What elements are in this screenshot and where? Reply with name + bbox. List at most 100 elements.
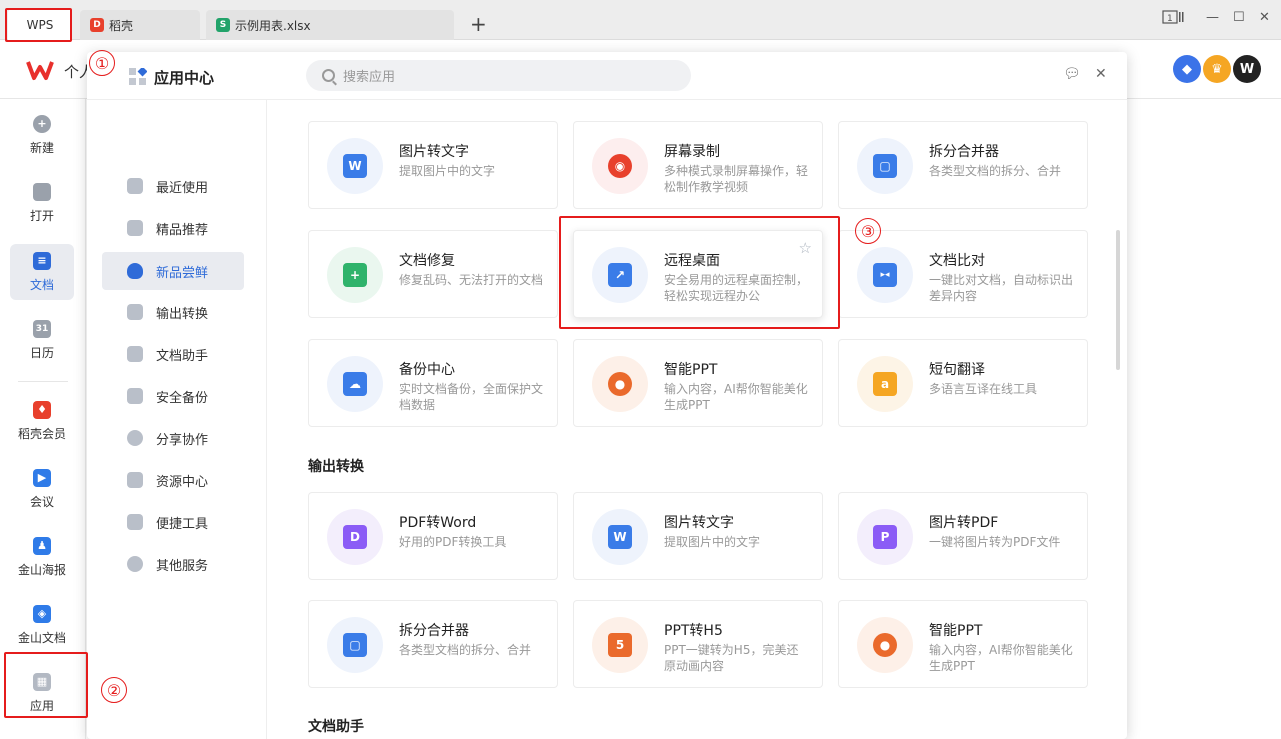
card-title: 图片转文字 — [399, 144, 469, 160]
rail-item-calendar[interactable]: 31 日历 — [10, 312, 74, 368]
app-card-image-to-text-2[interactable]: W 图片转文字 提取图片中的文字 — [573, 492, 823, 580]
sidebar-item-featured[interactable]: 精品推荐 — [102, 209, 244, 247]
star-icon[interactable]: ☆ — [799, 239, 812, 257]
sidebar-item-backup[interactable]: 安全备份 — [102, 377, 244, 415]
card-title: PPT转H5 — [664, 623, 723, 639]
spreadsheet-icon: S — [216, 18, 230, 32]
wps-logo-icon — [26, 59, 54, 81]
docer-icon: D — [90, 18, 104, 32]
sidebar-item-share[interactable]: 分享协作 — [102, 419, 244, 457]
card-desc: 好用的PDF转换工具 — [399, 535, 507, 549]
sidebar-label: 输出转换 — [156, 306, 209, 322]
card-icon-bg: D — [327, 509, 383, 565]
rail-label: 稻壳会员 — [17, 426, 66, 441]
app-card-backup-center[interactable]: ☁ 备份中心 实时文档备份，全面保护文档数据 — [308, 339, 558, 427]
card-title: 图片转PDF — [929, 515, 999, 531]
card-title: 备份中心 — [399, 362, 455, 378]
rail-item-new[interactable]: + 新建 — [10, 107, 74, 163]
app-card-split-merge-2[interactable]: ▢ 拆分合并器 各类型文档的拆分、合并 — [308, 600, 558, 688]
close-window-button[interactable]: ✕ — [1259, 10, 1270, 25]
app-card-smart-ppt[interactable]: ● 智能PPT 输入内容，AI帮你智能美化生成PPT — [573, 339, 823, 427]
tab-spreadsheet[interactable]: S 示例用表.xlsx — [206, 10, 454, 40]
scrollbar[interactable] — [1116, 230, 1120, 370]
app-card-ppt-to-h5[interactable]: 5 PPT转H5 PPT一键转为H5，完美还原动画内容 — [573, 600, 823, 688]
briefcase-icon — [127, 472, 143, 488]
app-card-image-to-pdf[interactable]: P 图片转PDF 一键将图片转为PDF文件 — [838, 492, 1088, 580]
app-card-remote-desktop[interactable]: ↗ 远程桌面 安全易用的远程桌面控制，轻松实现远程办公 ☆ — [573, 230, 823, 318]
card-desc: 提取图片中的文字 — [664, 535, 761, 549]
rail-label: 新建 — [29, 140, 54, 155]
new-tab-button[interactable]: + — [470, 12, 487, 36]
meeting-icon: ▶ — [33, 468, 51, 487]
app-center-dialog: 应用中心 搜索应用 💬︎ ✕ 最近使用 精品推荐 新品尝鲜 输出转换 文档助手 … — [87, 52, 1127, 739]
card-title: 文档修复 — [399, 253, 455, 269]
sidebar-item-assistant[interactable]: 文档助手 — [102, 335, 244, 373]
member-icon[interactable]: ◆ — [1173, 55, 1201, 83]
calendar-icon: 31 — [33, 319, 51, 338]
card-icon-bg: ● — [592, 356, 648, 412]
apps-icon: ▦ — [33, 672, 51, 691]
tab-label: WPS — [26, 18, 54, 32]
annotation-marker-1: ① — [89, 50, 115, 76]
rail-item-kdocs[interactable]: ◈ 金山文档 — [10, 597, 74, 653]
app-card-doc-compare[interactable]: ▸◂ 文档比对 一键比对文档，自动标识出差异内容 — [838, 230, 1088, 318]
sidebar-item-recent[interactable]: 最近使用 — [102, 167, 244, 205]
rail-item-open[interactable]: 打开 — [10, 175, 74, 231]
crown-icon[interactable]: ♛ — [1203, 55, 1231, 83]
poster-icon: ♟ — [33, 536, 51, 555]
card-icon-bg: 5 — [592, 617, 648, 673]
window-count-icon[interactable]: 1 — [1162, 10, 1184, 28]
tab-label: 示例用表.xlsx — [235, 18, 311, 33]
minimize-button[interactable]: — — [1206, 10, 1219, 25]
sidebar-item-tools[interactable]: 便捷工具 — [102, 503, 244, 541]
card-desc: 提取图片中的文字 — [399, 164, 496, 178]
image-pdf-icon: P — [873, 525, 897, 549]
avatar[interactable]: W — [1233, 55, 1261, 83]
rail-item-poster[interactable]: ♟ 金山海报 — [10, 529, 74, 585]
rail-item-documents[interactable]: ≡ 文档 — [10, 244, 74, 300]
app-search-input[interactable]: 搜索应用 — [306, 60, 691, 91]
tab-docer[interactable]: D 稻壳 — [80, 10, 200, 40]
app-card-screen-record[interactable]: ◉ 屏幕录制 多种模式录制屏幕操作，轻松制作教学视频 — [573, 121, 823, 209]
app-card-doc-repair[interactable]: + 文档修复 修复乱码、无法打开的文档 — [308, 230, 558, 318]
rail-label: 应用 — [29, 698, 54, 713]
compare-icon: ▸◂ — [873, 263, 897, 287]
image-text-icon: W — [608, 525, 632, 549]
card-title: 智能PPT — [664, 362, 718, 378]
rail-label: 会议 — [29, 494, 54, 509]
maximize-button[interactable]: ☐ — [1233, 10, 1245, 25]
app-card-smart-ppt-2[interactable]: ● 智能PPT 输入内容，AI帮你智能美化生成PPT — [838, 600, 1088, 688]
sidebar-item-resources[interactable]: 资源中心 — [102, 461, 244, 499]
sidebar-item-new[interactable]: 新品尝鲜 — [102, 252, 244, 290]
rail-label: 打开 — [29, 208, 54, 223]
svg-text:1: 1 — [1167, 14, 1173, 24]
image-text-icon: W — [343, 154, 367, 178]
app-card-translate[interactable]: a 短句翻译 多语言互译在线工具 — [838, 339, 1088, 427]
tab-wps[interactable]: WPS — [8, 9, 72, 41]
book-icon — [127, 346, 143, 362]
rail-item-apps[interactable]: ▦ 应用 — [10, 665, 74, 721]
app-list: W 图片转文字 提取图片中的文字 ◉ 屏幕录制 多种模式录制屏幕操作，轻松制作教… — [268, 100, 1127, 739]
rail-item-meeting[interactable]: ▶ 会议 — [10, 461, 74, 517]
app-card-split-merge[interactable]: ▢ 拆分合并器 各类型文档的拆分、合并 — [838, 121, 1088, 209]
pdf-word-icon: D — [343, 525, 367, 549]
card-icon-bg: ◉ — [592, 138, 648, 194]
card-title: 文档比对 — [929, 253, 985, 269]
sidebar-item-output[interactable]: 输出转换 — [102, 293, 244, 331]
section-title-assistant: 文档助手 — [308, 719, 364, 735]
app-card-pdf-to-word[interactable]: D PDF转Word 好用的PDF转换工具 — [308, 492, 558, 580]
feedback-icon[interactable]: 💬︎ — [1063, 66, 1081, 82]
sidebar-label: 最近使用 — [156, 180, 209, 196]
card-desc: 输入内容，AI帮你智能美化生成PPT — [929, 643, 1073, 673]
app-center-icon — [129, 68, 147, 85]
card-icon-bg: W — [327, 138, 383, 194]
rail-label: 金山海报 — [17, 562, 66, 577]
rail-item-docer-member[interactable]: ♦ 稻壳会员 — [10, 393, 74, 449]
card-desc: 修复乱码、无法打开的文档 — [399, 273, 544, 287]
app-card-image-to-text[interactable]: W 图片转文字 提取图片中的文字 — [308, 121, 558, 209]
sidebar-label: 其他服务 — [156, 558, 209, 574]
close-dialog-button[interactable]: ✕ — [1095, 66, 1107, 82]
kdocs-icon: ◈ — [33, 604, 51, 623]
repair-icon: + — [343, 263, 367, 287]
sidebar-item-other[interactable]: 其他服务 — [102, 545, 244, 583]
